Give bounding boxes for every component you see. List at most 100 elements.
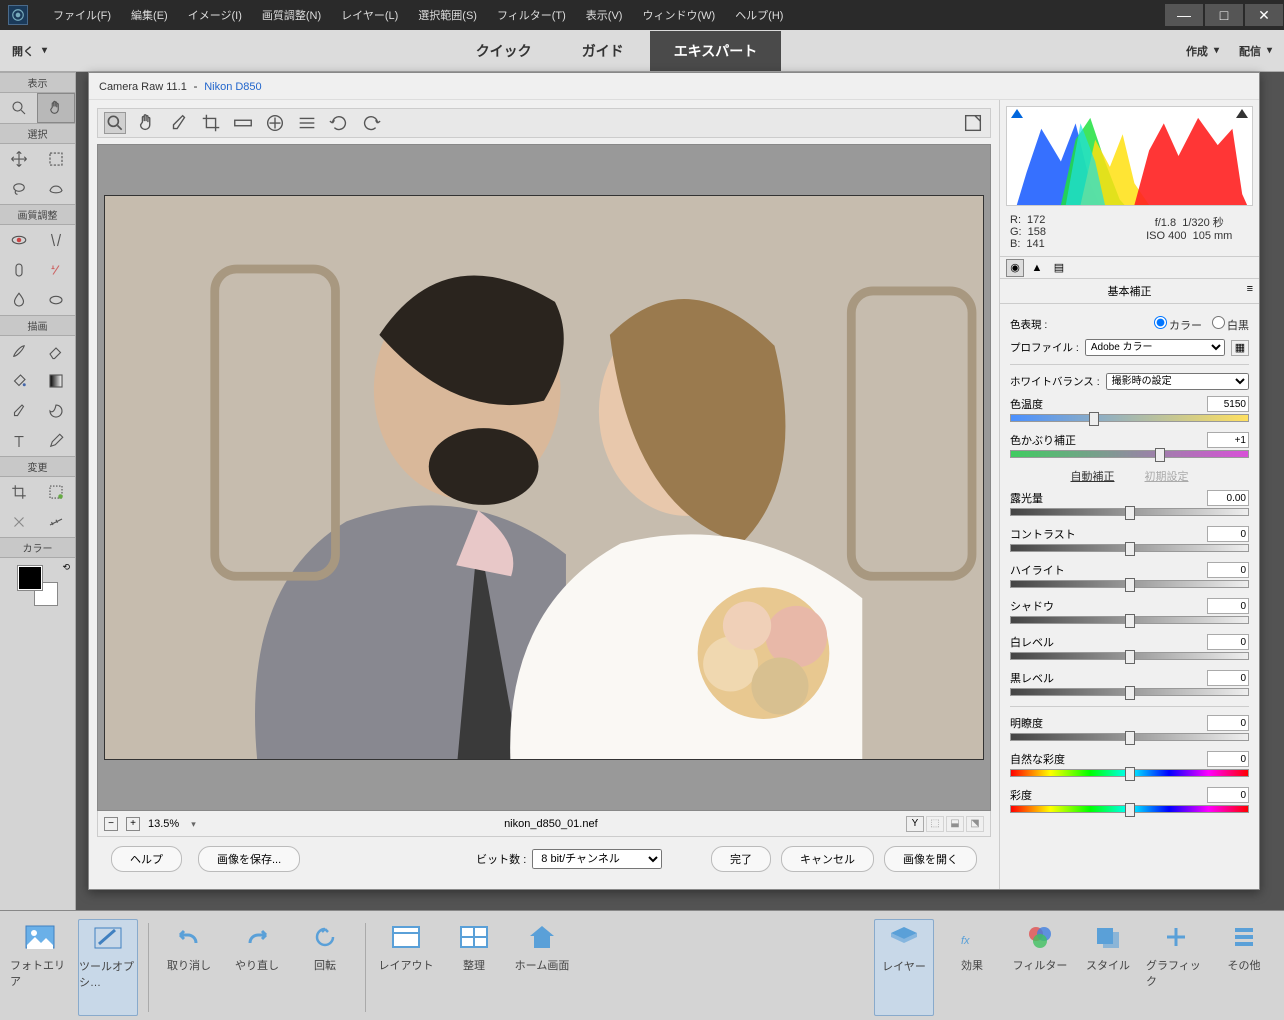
bucket-tool[interactable] <box>0 366 38 396</box>
hand-tool[interactable] <box>37 93 75 123</box>
raw-rotate-ccw[interactable] <box>328 112 350 134</box>
crop-tool[interactable] <box>0 477 38 507</box>
zoom-value[interactable]: 13.5% <box>148 818 179 830</box>
highlight-clip-icon[interactable] <box>1236 109 1248 118</box>
sponge-tool[interactable] <box>38 285 76 315</box>
foreground-color[interactable] <box>18 566 42 590</box>
zoom-tool[interactable] <box>0 93 37 123</box>
menu-adjust[interactable]: 画質調整(N) <box>252 3 331 27</box>
contrast-slider[interactable] <box>1010 544 1249 552</box>
bb-home[interactable]: ホーム画面 <box>512 919 572 1016</box>
shadows-input[interactable] <box>1207 598 1249 614</box>
bb-tooloptions[interactable]: ツールオプシ… <box>78 919 138 1016</box>
raw-prefs-tool[interactable] <box>296 112 318 134</box>
distribute-dropdown[interactable]: 配信▾ <box>1239 43 1272 59</box>
shadows-slider[interactable] <box>1010 616 1249 624</box>
marquee-tool[interactable] <box>38 144 76 174</box>
quickselect-tool[interactable] <box>38 174 76 204</box>
exposure-input[interactable] <box>1207 490 1249 506</box>
tint-slider[interactable] <box>1010 450 1249 458</box>
menu-edit[interactable]: 編集(E) <box>121 3 178 27</box>
bb-effects[interactable]: fx効果 <box>942 919 1002 1016</box>
eyedropper-tool[interactable] <box>0 396 38 426</box>
auto-link[interactable]: 自動補正 <box>1071 468 1115 484</box>
temp-slider[interactable] <box>1010 414 1249 422</box>
raw-preview[interactable] <box>97 144 991 811</box>
maximize-button[interactable]: □ <box>1205 4 1243 26</box>
blacks-input[interactable] <box>1207 670 1249 686</box>
zoom-out-button[interactable]: − <box>104 817 118 831</box>
raw-zoom-tool[interactable] <box>104 112 126 134</box>
text-tool[interactable] <box>0 426 38 456</box>
open-image-button[interactable]: 画像を開く <box>884 846 977 872</box>
redeye-tool[interactable] <box>0 225 38 255</box>
menu-window[interactable]: ウィンドウ(W) <box>632 3 725 27</box>
blacks-slider[interactable] <box>1010 688 1249 696</box>
menu-help[interactable]: ヘルプ(H) <box>725 3 793 27</box>
pencil-tool[interactable] <box>38 426 76 456</box>
basic-tab-icon[interactable]: ◉ <box>1006 259 1024 277</box>
move-tool[interactable] <box>0 144 38 174</box>
bb-undo[interactable]: 取り消し <box>159 919 219 1016</box>
create-dropdown[interactable]: 作成▾ <box>1186 43 1219 59</box>
cancel-button[interactable]: キャンセル <box>781 846 874 872</box>
bb-redo[interactable]: やり直し <box>227 919 287 1016</box>
vibrance-input[interactable] <box>1207 751 1249 767</box>
bb-styles[interactable]: スタイル <box>1078 919 1138 1016</box>
preview-toggle-2[interactable]: ⬓ <box>946 816 964 832</box>
preview-toggle-3[interactable]: ⬔ <box>966 816 984 832</box>
highlights-slider[interactable] <box>1010 580 1249 588</box>
menu-file[interactable]: ファイル(F) <box>43 3 121 27</box>
open-dropdown[interactable]: 開く▾ <box>12 43 47 59</box>
menu-layer[interactable]: レイヤー(L) <box>331 3 408 27</box>
saturation-input[interactable] <box>1207 787 1249 803</box>
done-button[interactable]: 完了 <box>711 846 771 872</box>
menu-filter[interactable]: フィルター(T) <box>487 3 576 27</box>
menu-select[interactable]: 選択範囲(S) <box>408 3 487 27</box>
raw-hand-tool[interactable] <box>136 112 158 134</box>
brush-tool[interactable] <box>0 336 38 366</box>
shape-tool[interactable] <box>38 396 76 426</box>
whites-input[interactable] <box>1207 634 1249 650</box>
contrast-input[interactable] <box>1207 526 1249 542</box>
preview-toggle-1[interactable]: ⬚ <box>926 816 944 832</box>
zoom-dropdown-icon[interactable] <box>187 818 196 830</box>
color-swatch[interactable]: ⟲ <box>18 566 58 606</box>
wb-select[interactable]: 撮影時の設定 <box>1106 373 1249 390</box>
default-link[interactable]: 初期設定 <box>1145 468 1189 484</box>
panel-menu-icon[interactable]: ≡ <box>1247 283 1253 295</box>
bb-organize[interactable]: 整理 <box>444 919 504 1016</box>
clarity-input[interactable] <box>1207 715 1249 731</box>
tab-guide[interactable]: ガイド <box>558 31 648 71</box>
spothealing-tool[interactable] <box>0 255 38 285</box>
menu-view[interactable]: 表示(V) <box>576 3 633 27</box>
histogram[interactable] <box>1006 106 1253 206</box>
bb-filters[interactable]: フィルター <box>1010 919 1070 1016</box>
whitenteeth-tool[interactable] <box>38 225 76 255</box>
menu-image[interactable]: イメージ(I) <box>178 3 252 27</box>
save-image-button[interactable]: 画像を保存... <box>198 846 300 872</box>
recompose-tool[interactable] <box>38 477 76 507</box>
contentmove-tool[interactable] <box>0 507 38 537</box>
bb-more[interactable]: その他 <box>1214 919 1274 1016</box>
minimize-button[interactable]: — <box>1165 4 1203 26</box>
straighten-tool[interactable] <box>38 507 76 537</box>
raw-straighten-tool[interactable] <box>232 112 254 134</box>
color-reset-icon[interactable]: ⟲ <box>62 562 70 573</box>
shadow-clip-icon[interactable] <box>1011 109 1023 118</box>
eraser-tool[interactable] <box>38 336 76 366</box>
treatment-bw-radio[interactable]: 白黒 <box>1212 316 1249 333</box>
raw-crop-tool[interactable] <box>200 112 222 134</box>
treatment-color-radio[interactable]: カラー <box>1154 316 1202 333</box>
exposure-slider[interactable] <box>1010 508 1249 516</box>
clarity-slider[interactable] <box>1010 733 1249 741</box>
preview-toggle-y[interactable]: Y <box>906 816 924 832</box>
profile-select[interactable]: Adobe カラー <box>1085 339 1225 356</box>
gradient-tool[interactable] <box>38 366 76 396</box>
calib-tab-icon[interactable]: ▤ <box>1050 259 1068 277</box>
tab-expert[interactable]: エキスパート <box>650 31 782 71</box>
lasso-tool[interactable] <box>0 174 38 204</box>
zoom-in-button[interactable]: + <box>126 817 140 831</box>
bb-layout[interactable]: レイアウト <box>376 919 436 1016</box>
tint-input[interactable] <box>1207 432 1249 448</box>
